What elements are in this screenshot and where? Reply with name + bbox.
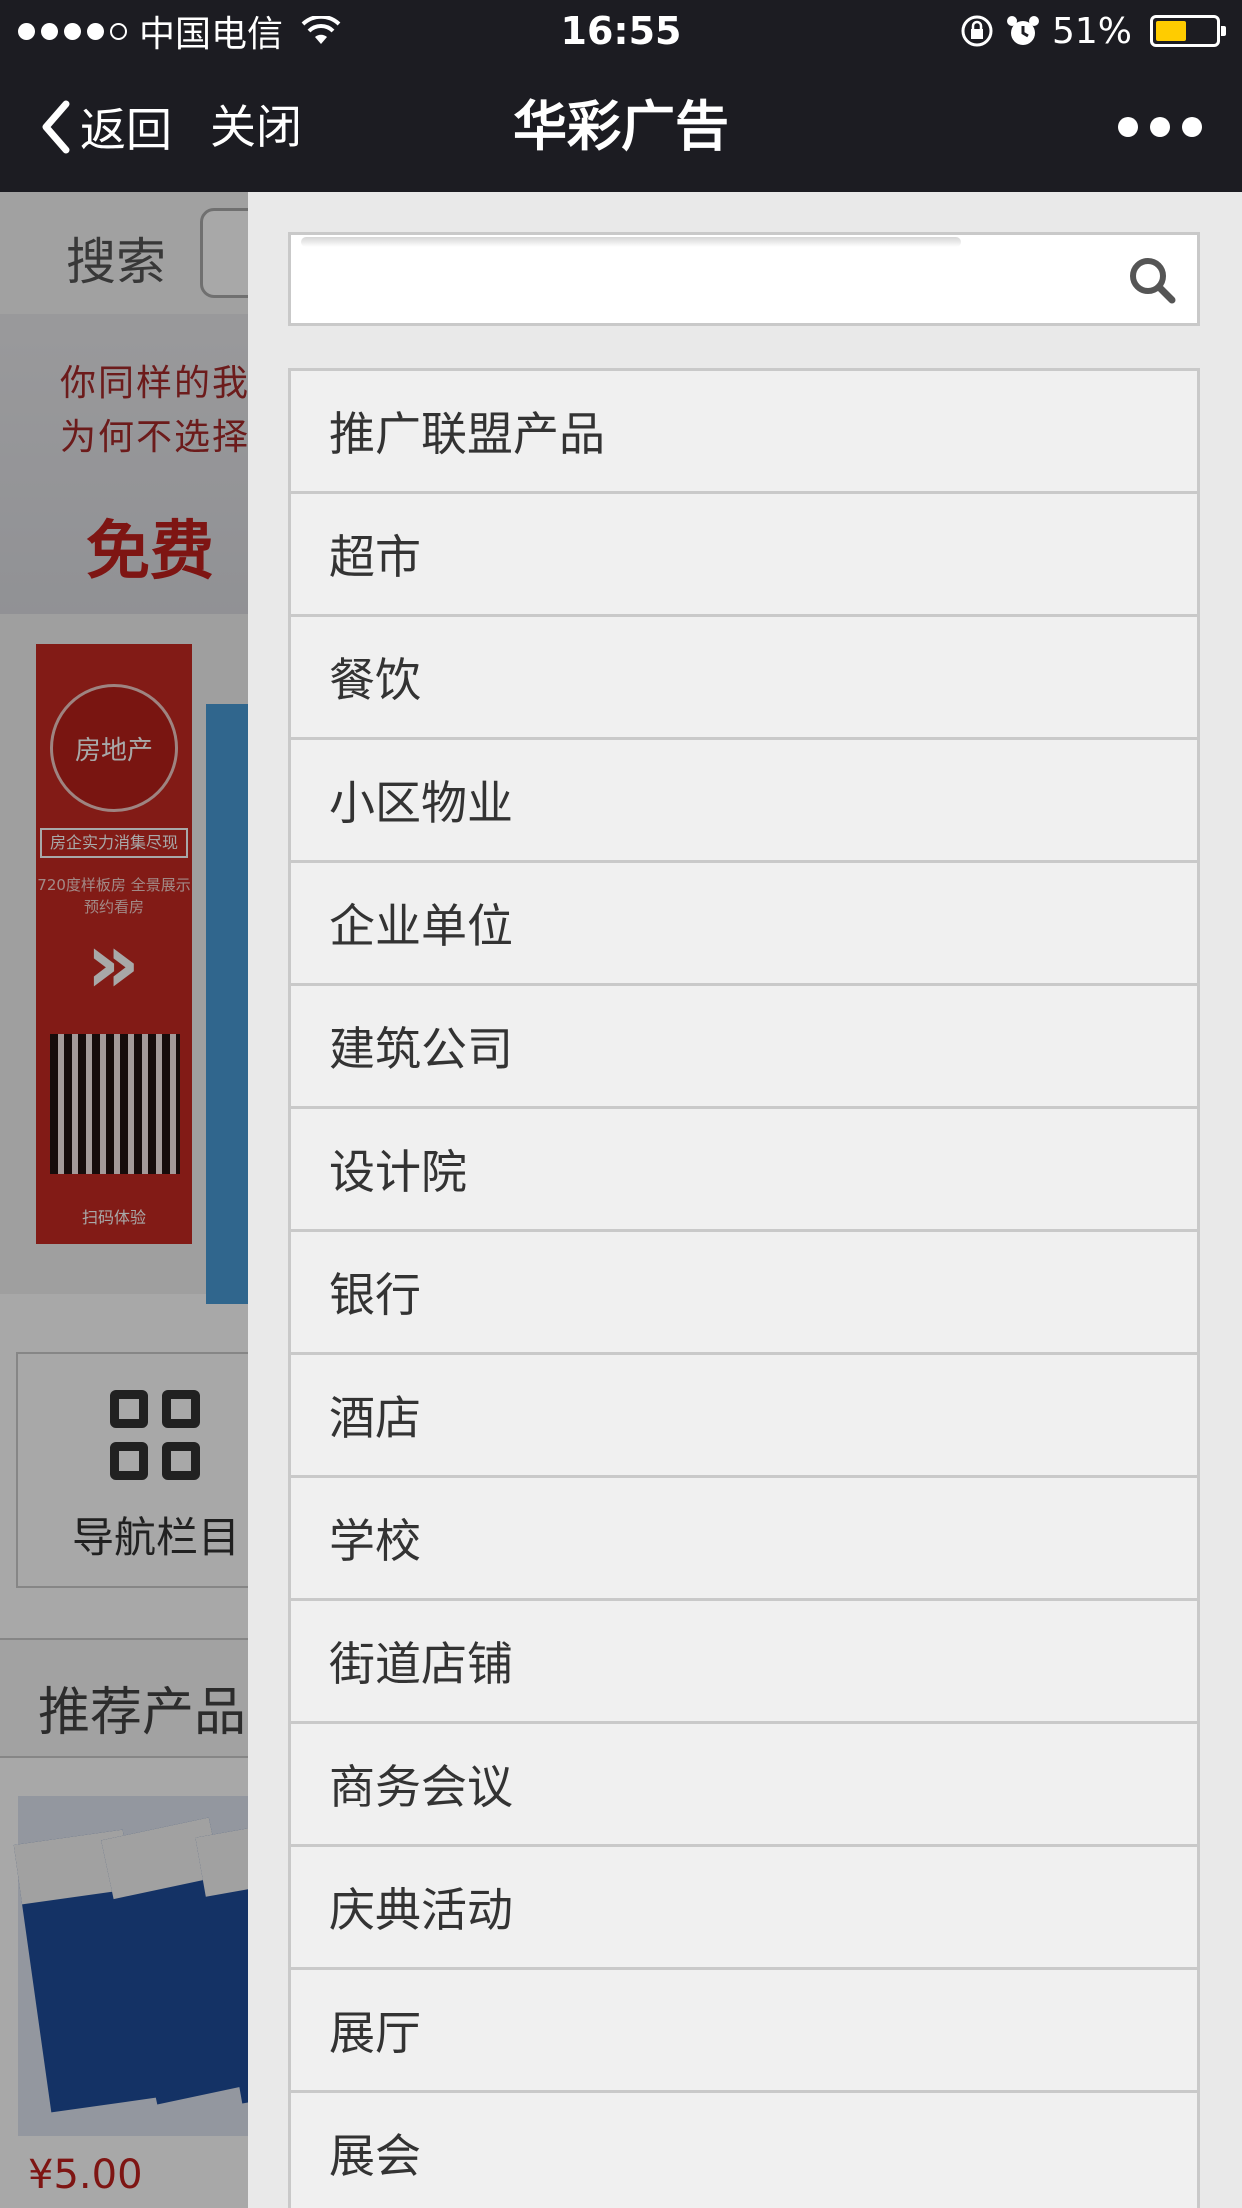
search-icon[interactable] [1127, 255, 1177, 305]
category-drawer: 推广联盟产品 超市 餐饮 小区物业 企业单位 建筑公司 设计院 银行 酒店 学校 街道店铺 商务会议庆… [248, 192, 1242, 2208]
battery-percent: 51% [1051, 10, 1132, 52]
category-item[interactable]: 学校 [291, 1478, 1197, 1601]
orientation-lock-icon [961, 15, 993, 47]
category-item[interactable]: 商务会议 [291, 1724, 1197, 1847]
page: 中国电信 16:55 51% 返回 关闭 华彩广告 搜索 你同样的我 为何不选择… [0, 0, 1242, 2208]
category-item[interactable]: 超市 [291, 494, 1197, 617]
category-item[interactable]: 银行 [291, 1232, 1197, 1355]
alarm-icon [1006, 16, 1039, 45]
category-item[interactable]: 企业单位 [291, 863, 1197, 986]
category-item[interactable]: 展厅 [291, 1970, 1197, 2093]
nav-bar: 返回 关闭 华彩广告 [0, 62, 1242, 192]
category-item[interactable]: 小区物业 [291, 740, 1197, 863]
category-item[interactable]: 展会 [291, 2093, 1197, 2208]
battery-icon [1150, 15, 1226, 47]
battery-fill [1156, 21, 1186, 41]
category-item[interactable]: 餐饮 [291, 617, 1197, 740]
category-item[interactable]: 庆典活动 [291, 1847, 1197, 1970]
category-item[interactable]: 推广联盟产品 [291, 371, 1197, 494]
more-menu-icon[interactable] [1118, 112, 1202, 142]
drawer-search-box [288, 232, 1200, 326]
status-bar: 中国电信 16:55 51% [0, 0, 1242, 62]
status-right: 51% [960, 8, 1226, 54]
category-item[interactable]: 酒店 [291, 1355, 1197, 1478]
category-list: 推广联盟产品 超市 餐饮 小区物业 企业单位 建筑公司 设计院 银行 酒店 学校 街道店铺 商务会议庆… [288, 368, 1200, 2208]
category-item[interactable]: 设计院 [291, 1109, 1197, 1232]
drawer-search-input[interactable] [307, 243, 1107, 315]
page-title: 华彩广告 [513, 95, 729, 158]
category-item[interactable]: 建筑公司 [291, 986, 1197, 1109]
category-item[interactable]: 街道店铺 [291, 1601, 1197, 1724]
